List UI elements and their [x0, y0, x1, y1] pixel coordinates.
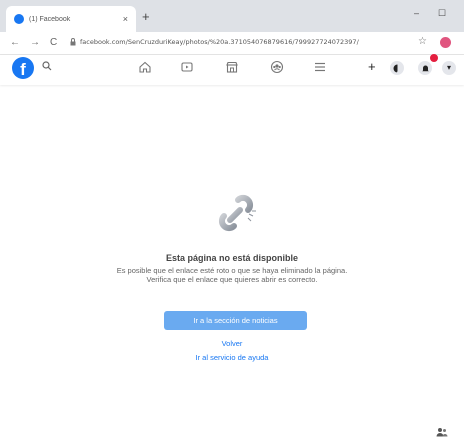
tab-title: (1) Facebook: [29, 15, 71, 23]
minimize-button[interactable]: –: [414, 8, 419, 18]
facebook-favicon-icon: [14, 14, 24, 24]
maximize-button[interactable]: ☐: [438, 8, 446, 19]
watch-icon[interactable]: [180, 60, 194, 79]
help-center-link[interactable]: Ir al servicio de ayuda: [0, 353, 464, 362]
broken-link-icon: [216, 190, 260, 239]
new-tab-button[interactable]: +: [142, 9, 150, 24]
contacts-icon[interactable]: [436, 427, 448, 440]
back-link[interactable]: Volver: [0, 339, 464, 348]
home-icon[interactable]: [138, 60, 152, 79]
notifications-icon[interactable]: [418, 61, 432, 75]
facebook-header: f + ▾: [0, 54, 464, 85]
error-heading: Esta página no está disponible: [165, 253, 299, 263]
marketplace-icon[interactable]: [225, 60, 239, 79]
notification-badge: [430, 54, 438, 62]
address-bar-row: ← → C facebook.com/SenCruzduriKeay/photo…: [0, 32, 464, 55]
go-to-news-feed-button[interactable]: Ir a la sección de noticias: [164, 311, 307, 330]
messenger-icon[interactable]: [390, 61, 404, 75]
reload-button[interactable]: C: [50, 37, 57, 48]
error-page-main: Esta página no está disponible Es posibl…: [0, 85, 464, 443]
lock-icon[interactable]: [70, 38, 76, 48]
account-menu-icon[interactable]: ▾: [442, 61, 456, 75]
forward-button[interactable]: →: [30, 37, 40, 48]
facebook-logo[interactable]: f: [12, 57, 34, 79]
bookmark-star-icon[interactable]: ☆: [418, 36, 427, 47]
plus-icon[interactable]: +: [368, 59, 376, 74]
groups-icon[interactable]: [270, 60, 284, 79]
url-field[interactable]: facebook.com/SenCruzduriKeay/photos/%20a…: [80, 38, 380, 46]
back-button[interactable]: ←: [10, 37, 20, 48]
tab-close-icon[interactable]: ×: [123, 14, 128, 24]
menu-icon[interactable]: [313, 60, 327, 79]
browser-tab-bar: (1) Facebook × + – ☐: [0, 0, 464, 32]
error-description: Es posible que el enlace esté roto o que…: [116, 266, 348, 284]
browser-profile-avatar[interactable]: [440, 37, 451, 48]
search-icon[interactable]: [42, 61, 52, 74]
browser-tab[interactable]: (1) Facebook ×: [6, 6, 136, 32]
